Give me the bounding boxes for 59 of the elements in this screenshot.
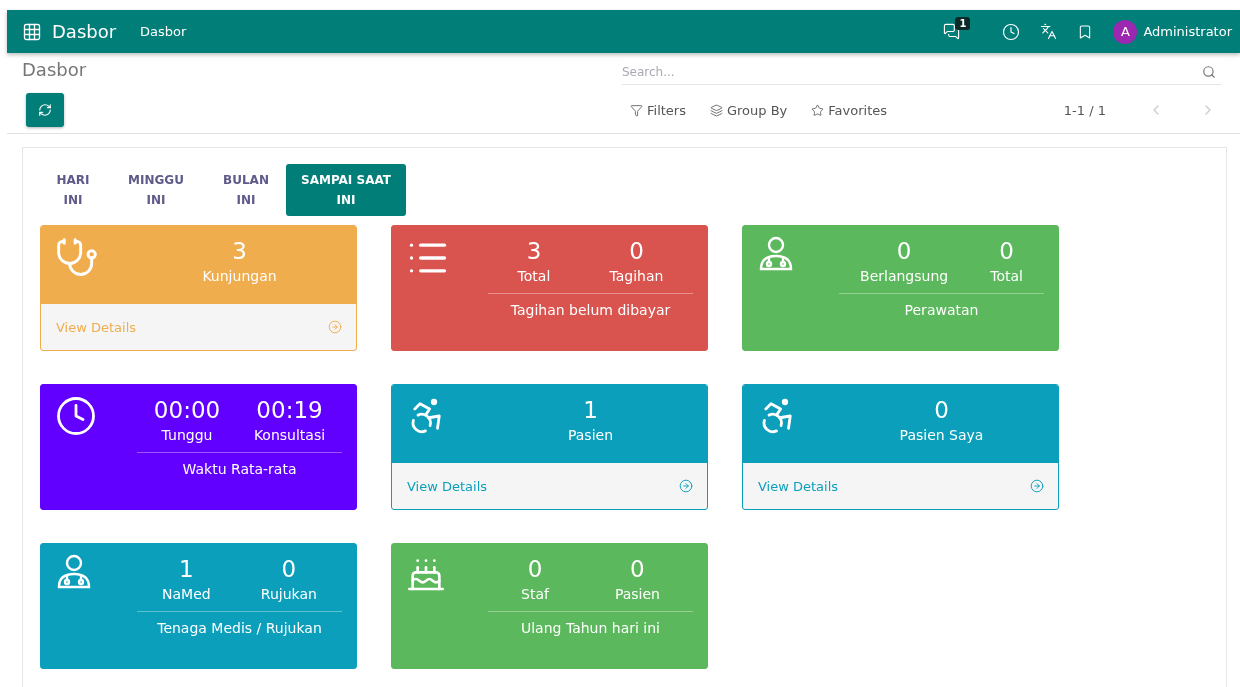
- pager-value: 1-1 / 1: [1063, 102, 1106, 118]
- filter-button[interactable]: Filters: [630, 102, 686, 118]
- clock-icon: [55, 395, 97, 437]
- stat-value: 0: [527, 555, 543, 584]
- stat-value: 00:19: [256, 396, 323, 425]
- stat-label: Pasien Saya: [899, 426, 984, 445]
- filter-button[interactable]: Group By: [709, 102, 788, 118]
- card-caption: Ulang Tahun hari ini: [520, 619, 661, 636]
- user-avatar[interactable]: A: [1113, 19, 1138, 44]
- user-name[interactable]: Administrator: [1143, 24, 1232, 39]
- stat-label: Total: [990, 267, 1023, 286]
- period-tab[interactable]: BULAN INI: [206, 164, 286, 216]
- arrow-right-icon: [328, 320, 342, 334]
- period-tab[interactable]: HARI INI: [40, 164, 106, 216]
- search-icon[interactable]: [1202, 65, 1216, 79]
- stat-value: 00:00: [153, 396, 221, 425]
- stat-value: 3: [232, 237, 247, 266]
- card-caption: Tagihan belum dibayar: [509, 301, 672, 318]
- stat-label: Kunjungan: [202, 267, 277, 286]
- filter-icon: [630, 103, 643, 117]
- stat-label: Berlangsung: [860, 267, 949, 286]
- clock-icon[interactable]: [1002, 22, 1021, 41]
- stat-value: 0: [630, 555, 645, 584]
- card-caption: Perawatan: [903, 301, 980, 318]
- arrow-right-icon: [679, 479, 693, 493]
- period-tab[interactable]: MINGGU INI: [106, 164, 206, 216]
- translate-icon[interactable]: [1040, 23, 1058, 40]
- stat-value: 1: [179, 555, 194, 584]
- refresh-icon: [38, 103, 52, 117]
- stat-value: 1: [583, 396, 598, 425]
- stat-value: 0: [629, 237, 644, 266]
- stat-label: Tagihan: [609, 267, 664, 286]
- stat-label: NaMed: [162, 585, 211, 604]
- stat-label: Staf: [521, 585, 549, 604]
- stat-label: Pasien: [614, 585, 660, 604]
- stat-value: 0: [934, 396, 949, 425]
- stat-label: Tunggu: [161, 426, 213, 445]
- arrow-right-icon: [1030, 479, 1044, 493]
- star-icon: [811, 103, 825, 117]
- apps-menu-icon[interactable]: [22, 21, 42, 42]
- refresh-button[interactable]: [26, 93, 64, 127]
- filter-button[interactable]: Favorites: [811, 102, 888, 118]
- stat-value: 3: [526, 237, 542, 266]
- layers-icon: [709, 103, 723, 117]
- stat-label: Rujukan: [260, 585, 317, 604]
- card-caption: Tenaga Medis / Rujukan: [156, 619, 323, 636]
- messages-icon[interactable]: [943, 23, 961, 40]
- breadcrumb: Dasbor: [22, 59, 88, 82]
- stat-value: 0: [896, 237, 912, 266]
- card-caption: Waktu Rata-rata: [181, 460, 298, 477]
- stat-value: 0: [281, 555, 297, 584]
- stat-label: Pasien: [567, 426, 614, 445]
- stat-value: 0: [999, 237, 1014, 266]
- period-tab[interactable]: SAMPAI SAAT INI: [286, 164, 406, 216]
- menu-item[interactable]: Dasbor: [140, 24, 187, 39]
- app-title: Dasbor: [52, 21, 117, 42]
- stat-label: Konsultasi: [253, 426, 326, 445]
- message-count-badge: 1: [955, 17, 971, 30]
- stat-label: Total: [517, 267, 551, 286]
